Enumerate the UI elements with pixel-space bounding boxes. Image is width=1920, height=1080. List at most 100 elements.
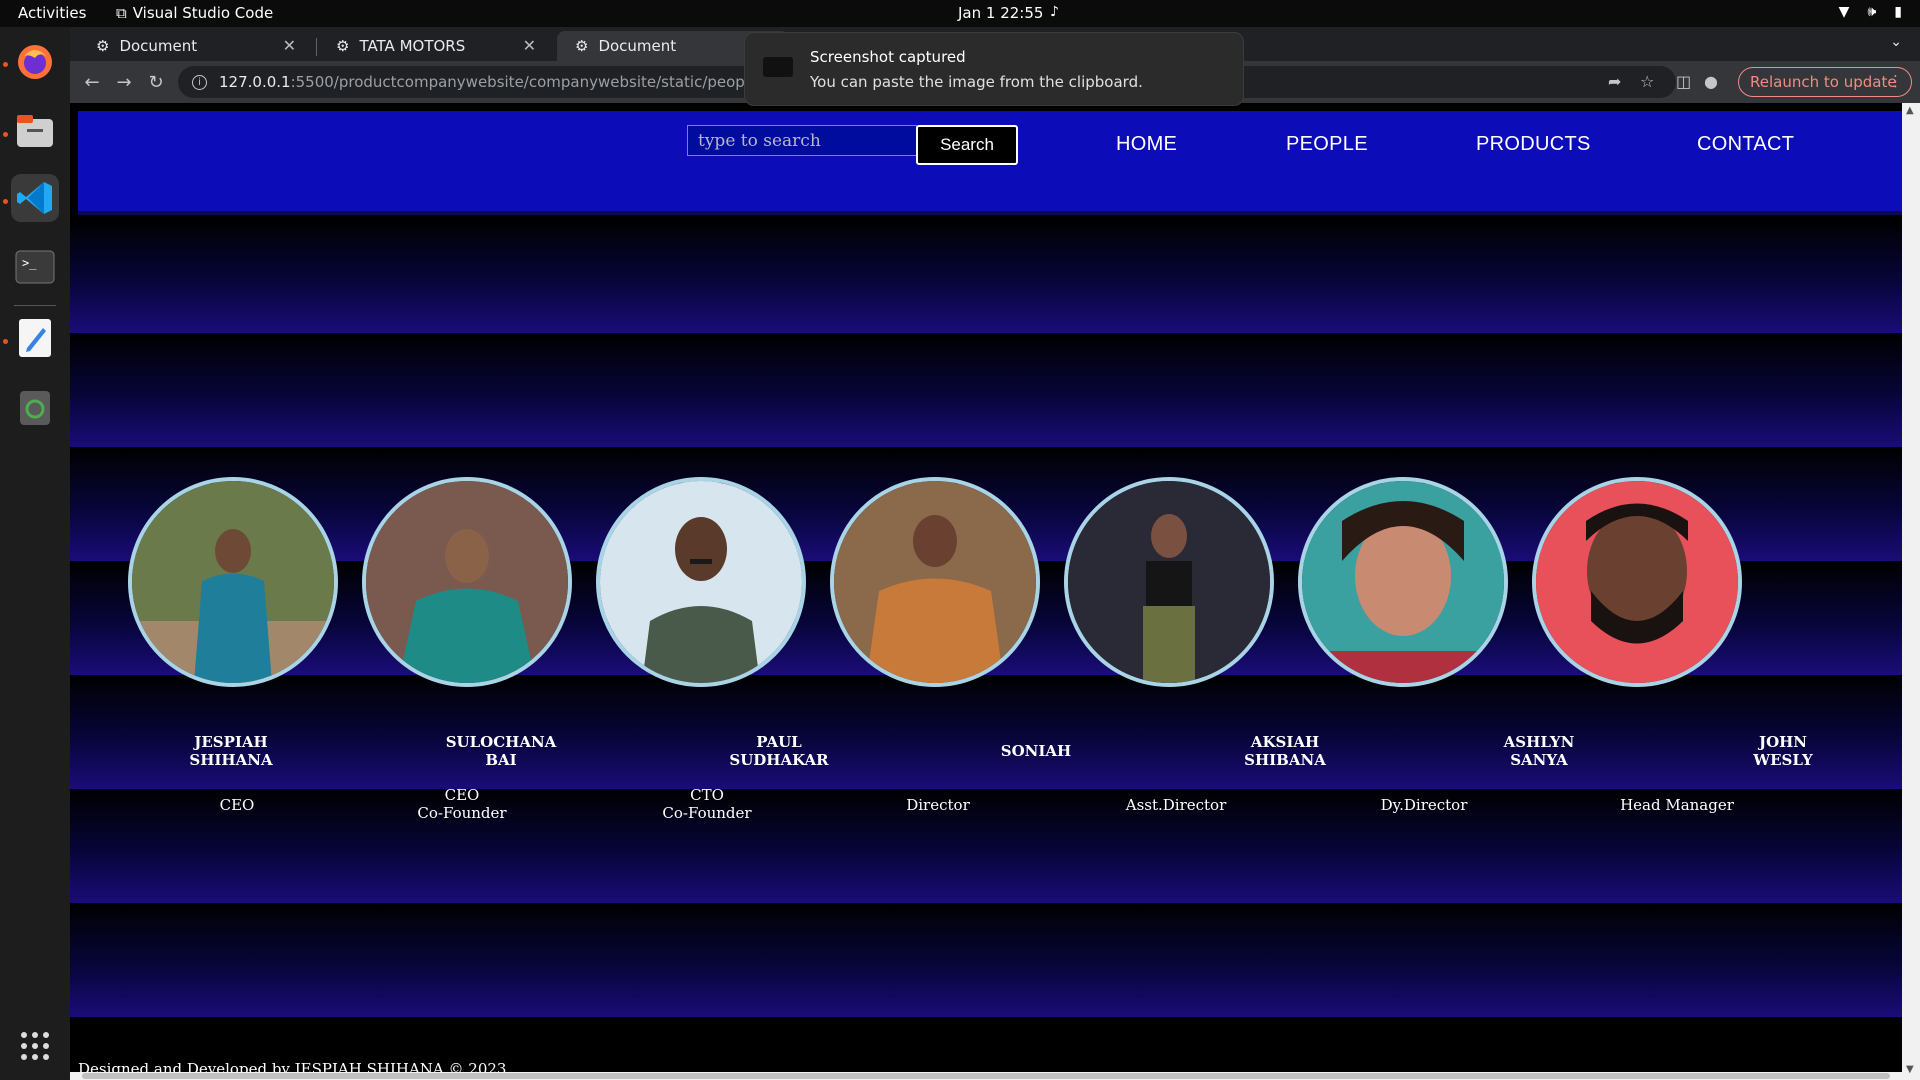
- role-line: Head Manager: [1620, 796, 1734, 814]
- person-name: PAUL SUDHAKAR: [699, 733, 859, 769]
- tab-tata-motors[interactable]: ⚙ TATA MOTORS ✕: [318, 31, 550, 61]
- person-role: Asst.Director: [1086, 796, 1266, 814]
- person-photo-1: [128, 477, 338, 687]
- name-line: JESPIAH: [194, 733, 268, 751]
- terminal-icon[interactable]: >_: [11, 243, 59, 291]
- vscode-small-icon: ⧉: [116, 4, 127, 22]
- horizontal-scrollbar[interactable]: [70, 1072, 1902, 1080]
- app-grid-icon[interactable]: [11, 1022, 59, 1070]
- scroll-up-icon[interactable]: ▲: [1906, 105, 1914, 116]
- name-line: PAUL: [756, 733, 802, 751]
- role-line: CEO: [219, 796, 255, 814]
- person-photo-5: [1064, 477, 1274, 687]
- role-line: Asst.Director: [1125, 796, 1227, 814]
- name-line: SHIBANA: [1244, 751, 1326, 769]
- notification-body: You can paste the image from the clipboa…: [810, 73, 1143, 91]
- tab-document-1[interactable]: ⚙ Document ✕: [78, 31, 310, 61]
- name-line: BAI: [485, 751, 517, 769]
- nav-people[interactable]: PEOPLE: [1286, 133, 1368, 156]
- forward-icon[interactable]: →: [112, 70, 136, 94]
- screenshot-thumbnail: [763, 57, 793, 77]
- menu-dots-icon[interactable]: ⋮: [1888, 72, 1903, 90]
- role-line: Director: [906, 796, 970, 814]
- person-role: CEO Co-Founder: [372, 786, 552, 822]
- search-button[interactable]: Search: [916, 125, 1018, 165]
- activities-button[interactable]: Activities: [18, 4, 86, 22]
- person-name: ASHLYN SANYA: [1459, 733, 1619, 769]
- close-icon[interactable]: ✕: [283, 36, 296, 55]
- text-editor-icon[interactable]: [11, 314, 59, 362]
- nav-home[interactable]: HOME: [1116, 133, 1177, 156]
- nav-contact[interactable]: CONTACT: [1697, 133, 1794, 156]
- name-line: SULOCHANA: [445, 733, 557, 751]
- person-photo-6: [1298, 477, 1508, 687]
- person-role: Head Manager: [1587, 796, 1767, 814]
- relaunch-label: Relaunch to update: [1750, 73, 1897, 91]
- bell-icon: ♪: [1050, 4, 1059, 20]
- scroll-down-icon[interactable]: ▼: [1906, 1064, 1914, 1075]
- side-panel-icon[interactable]: ◫: [1676, 72, 1691, 91]
- app-menu-label: Visual Studio Code: [132, 4, 274, 22]
- tab-divider: [316, 38, 317, 56]
- name-line: SONIAH: [1000, 742, 1072, 760]
- nav-products[interactable]: PRODUCTS: [1476, 133, 1591, 156]
- name-line: WESLY: [1753, 751, 1813, 769]
- dock: >_: [0, 27, 70, 1080]
- vertical-scrollbar[interactable]: ▲ ▼: [1902, 103, 1920, 1080]
- relaunch-button[interactable]: Relaunch to update ⋮: [1738, 67, 1912, 97]
- role-line: CEO: [444, 786, 480, 804]
- name-line: SUDHAKAR: [729, 751, 829, 769]
- running-indicator: [3, 339, 8, 344]
- running-indicator: [3, 62, 8, 67]
- person-name: SONIAH: [956, 742, 1116, 760]
- scroll-thumb[interactable]: [82, 1073, 1890, 1079]
- chevron-down-icon[interactable]: ⌄: [1890, 34, 1902, 50]
- person-photo-7: [1532, 477, 1742, 687]
- app-menu[interactable]: ⧉ Visual Studio Code: [116, 4, 273, 22]
- tab-title: Document: [119, 37, 198, 55]
- url-path: :5500/productcompanywebsite/companywebsi…: [290, 73, 798, 91]
- person-role: CTO Co-Founder: [617, 786, 797, 822]
- back-icon[interactable]: ←: [80, 70, 104, 94]
- background-band: [70, 219, 1902, 333]
- url-text: 127.0.0.1:5500/productcompanywebsite/com…: [219, 73, 797, 91]
- clock[interactable]: Jan 1 22:55: [958, 4, 1043, 22]
- background-band: [70, 903, 1902, 1017]
- person-name: JOHN WESLY: [1703, 733, 1863, 769]
- tab-title: TATA MOTORS: [359, 37, 466, 55]
- files-icon[interactable]: [11, 107, 59, 155]
- profile-icon[interactable]: ●: [1704, 72, 1718, 91]
- name-line: JOHN: [1758, 733, 1808, 751]
- role-line: Dy.Director: [1380, 796, 1468, 814]
- search-input[interactable]: [687, 125, 917, 156]
- wifi-icon: ▼: [1838, 4, 1850, 20]
- background-band: [70, 675, 1902, 789]
- people-page: Search HOME PEOPLE PRODUCTS CONTACT: [70, 103, 1902, 1080]
- person-role: Dy.Director: [1334, 796, 1514, 814]
- running-indicator: [3, 132, 8, 137]
- globe-icon: ⚙: [336, 37, 350, 55]
- screenshot-notification[interactable]: Screenshot captured You can paste the im…: [744, 32, 1244, 106]
- firefox-icon[interactable]: [11, 38, 59, 86]
- system-top-bar: Activities ⧉ Visual Studio Code Jan 1 22…: [0, 0, 1920, 27]
- system-status-area[interactable]: ▼ 🕪 ▮: [1839, 4, 1902, 20]
- background-band: [70, 333, 1902, 447]
- person-name: JESPIAH SHIHANA: [151, 733, 311, 769]
- name-line: SHIHANA: [189, 751, 273, 769]
- person-photo-4: [830, 477, 1040, 687]
- vscode-icon[interactable]: [11, 174, 59, 222]
- site-header: Search HOME PEOPLE PRODUCTS CONTACT: [78, 111, 1902, 215]
- name-line: AKSIAH: [1250, 733, 1320, 751]
- name-line: SANYA: [1510, 751, 1568, 769]
- reload-icon[interactable]: ↻: [144, 70, 168, 94]
- battery-icon: ▮: [1894, 4, 1902, 20]
- trash-icon[interactable]: [11, 383, 59, 431]
- close-icon[interactable]: ✕: [523, 36, 536, 55]
- globe-icon: ⚙: [96, 37, 110, 55]
- page-viewport: Search HOME PEOPLE PRODUCTS CONTACT: [70, 103, 1920, 1080]
- dock-separator: [14, 305, 56, 306]
- tab-title: Document: [598, 37, 677, 55]
- share-icon[interactable]: ➦: [1608, 72, 1621, 91]
- star-icon[interactable]: ☆: [1640, 72, 1654, 91]
- info-icon[interactable]: i: [192, 74, 207, 90]
